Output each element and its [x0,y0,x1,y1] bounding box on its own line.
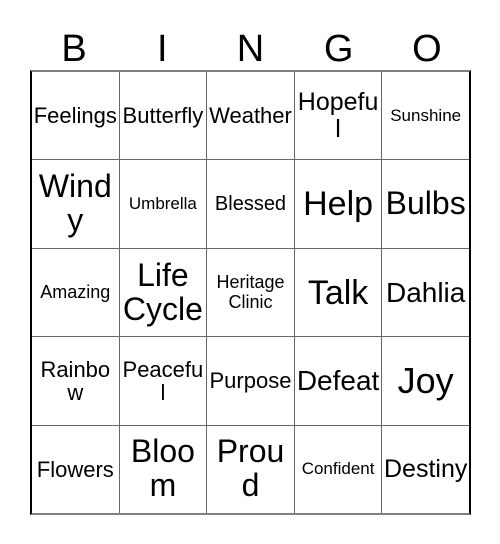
bingo-grid: Feelings Butterfly Weather Hopeful Sunsh… [30,70,471,515]
bingo-header-letter-g: G [323,28,354,70]
bingo-cell-label: Rainbow [40,356,111,405]
bingo-cell-label: Proud [216,433,285,504]
bingo-cell-label: Sunshine [390,105,462,125]
bingo-cell[interactable]: Butterfly [120,72,208,160]
bingo-cell-label: Destiny [383,455,468,484]
bingo-cell-label: Joy [397,359,454,401]
bingo-cell-label: Talk [307,273,369,312]
bingo-cell-label: Peaceful [122,356,204,405]
bingo-cell[interactable]: Hopeful [295,72,383,160]
bingo-header-letter-o: O [412,28,442,70]
bingo-row: Feelings Butterfly Weather Hopeful Sunsh… [32,72,469,161]
bingo-header-letter-n: N [236,28,265,70]
bingo-cell[interactable]: Flowers [32,425,120,514]
bingo-cell-label: Confident [301,459,375,479]
bingo-cell[interactable]: Bloom [120,425,208,514]
bingo-cell-label: Dahlia [385,276,466,308]
bingo-cell[interactable]: Sunshine [382,72,469,159]
bingo-cell[interactable]: Destiny [382,426,469,513]
bingo-cell[interactable]: Bulbs [382,160,469,247]
bingo-cell[interactable]: Proud [207,425,295,514]
bingo-cell[interactable]: Feelings [32,72,120,160]
bingo-cell[interactable]: Purpose [207,337,295,425]
bingo-cell[interactable]: Peaceful [120,337,208,425]
bingo-cell-label: Umbrella [128,194,197,214]
bingo-row: Flowers Bloom Proud Confident Destiny [32,425,469,514]
bingo-cell[interactable]: Rainbow [32,337,120,425]
bingo-cell-label: Bloom [130,433,195,504]
bingo-cell-label: Purpose [209,368,292,394]
bingo-cell[interactable]: Windy [32,160,120,248]
bingo-cell[interactable]: Heritage Clinic [207,248,295,337]
bingo-header-letter-i: I [157,28,168,70]
bingo-row: Amazing Life Cycle Heritage Clinic Talk … [32,248,469,338]
bingo-cell[interactable]: Weather [207,72,295,160]
bingo-cell[interactable]: Umbrella [120,160,208,248]
bingo-cell[interactable]: Defeat [295,337,383,425]
bingo-cell[interactable]: Talk [295,248,383,337]
bingo-card: B I N G O Feelings Butterfly Weather Hop… [0,0,500,544]
bingo-cell-label: Life Cycle [122,256,203,327]
bingo-cell-label: Butterfly [122,103,204,129]
bingo-cell[interactable]: Joy [382,337,469,424]
bingo-cell-label: Heritage Clinic [216,272,285,312]
bingo-header-row: B I N G O [30,20,471,70]
bingo-cell-label: Weather [209,103,292,129]
bingo-cell-label: Hopeful [297,88,379,143]
bingo-cell[interactable]: Help [295,160,383,248]
bingo-cell-label: Windy [38,168,112,239]
bingo-row: Rainbow Peaceful Purpose Defeat Joy [32,337,469,426]
bingo-cell-label: Defeat [296,365,380,397]
bingo-cell[interactable]: Amazing [32,248,120,337]
bingo-cell[interactable]: Dahlia [382,249,469,336]
bingo-cell[interactable]: Confident [295,425,383,514]
bingo-cell[interactable]: Life Cycle [120,248,208,337]
bingo-cell[interactable]: Blessed [207,160,295,248]
bingo-cell-label: Flowers [36,456,114,482]
bingo-cell-label: Bulbs [385,185,466,222]
bingo-cell-label: Feelings [33,103,117,129]
bingo-header-letter-b: B [61,28,87,70]
bingo-row: Windy Umbrella Blessed Help Bulbs [32,160,469,249]
bingo-cell-label: Help [303,185,374,224]
bingo-cell-label: Blessed [214,192,287,215]
bingo-cell-label: Amazing [40,281,111,302]
